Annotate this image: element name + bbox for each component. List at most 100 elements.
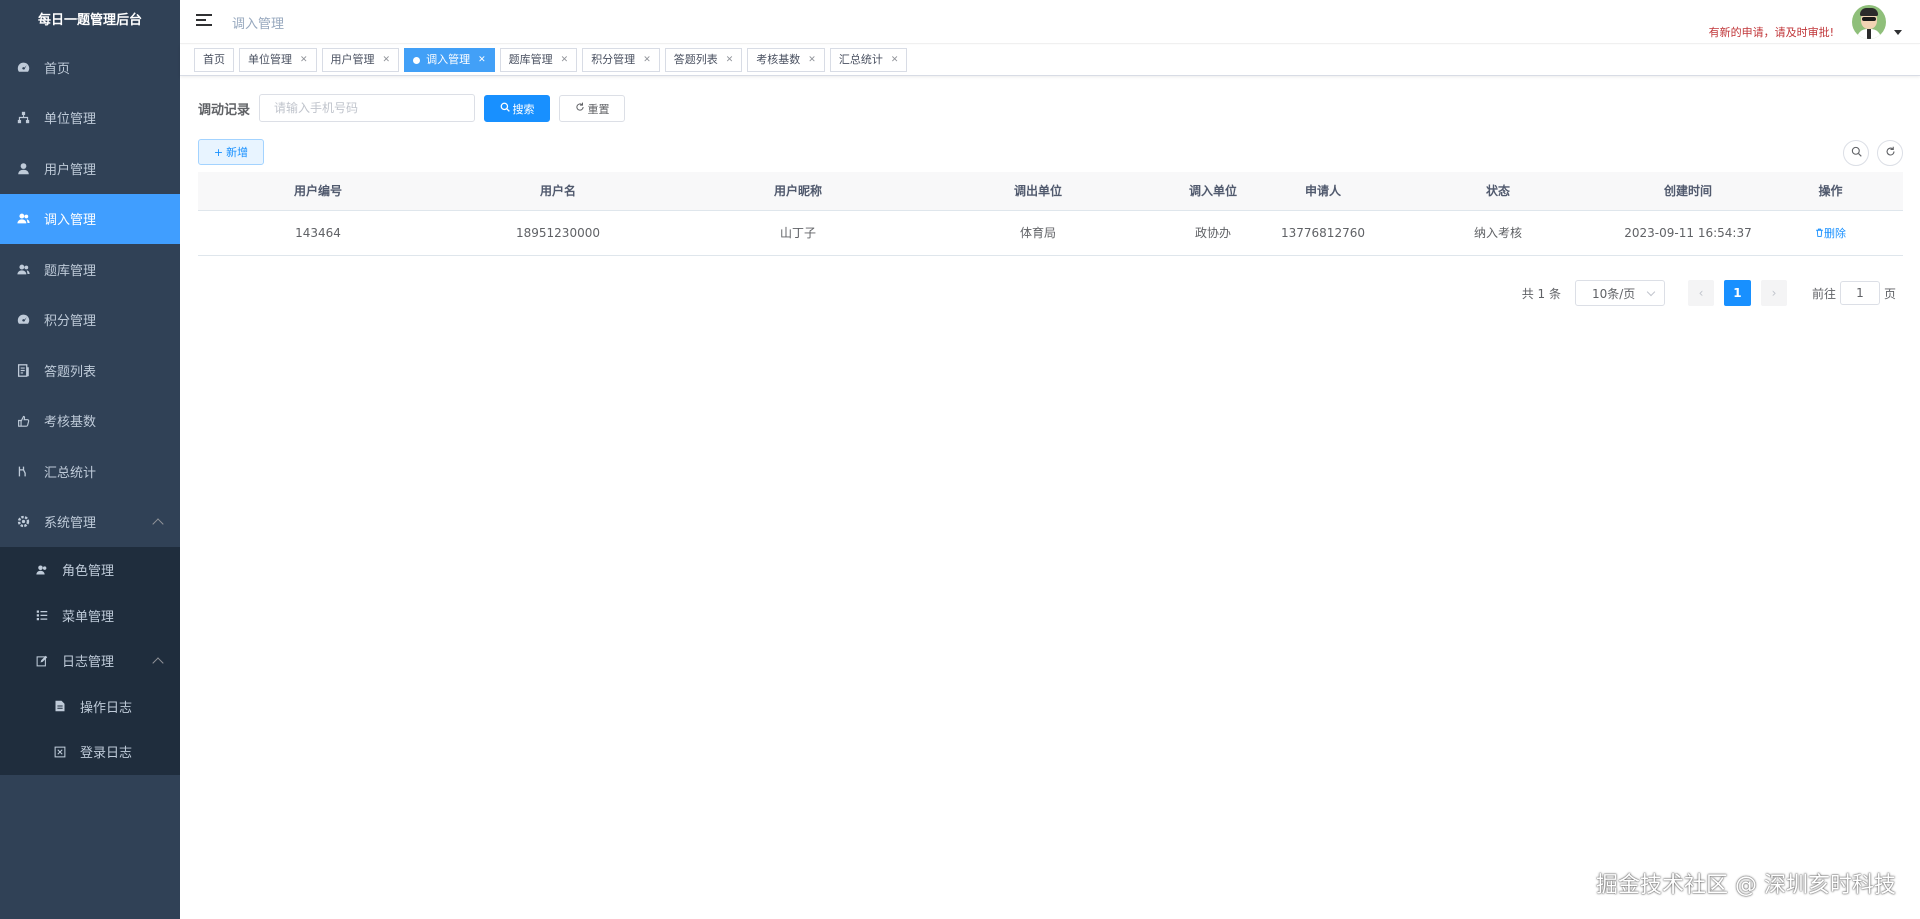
cell-actions: 删除 — [1758, 210, 1903, 256]
column-header: 调出单位 — [918, 172, 1158, 211]
hamburger-icon[interactable] — [196, 14, 212, 28]
column-header: 调入单位 — [1158, 172, 1268, 211]
tag-label: 汇总统计 — [838, 53, 883, 66]
tag-transfer[interactable]: 调入管理 ✕ — [404, 48, 495, 72]
system-submenu: 角色管理 菜单管理 日志管理 操作日志 登录日志 — [0, 547, 180, 775]
breadcrumb: 调入管理 — [232, 17, 285, 32]
user-icon — [16, 161, 30, 175]
close-icon[interactable]: ✕ — [891, 49, 899, 71]
sidebar-item-roles[interactable]: 角色管理 — [0, 547, 180, 593]
sidebar-item-operation-log[interactable]: 操作日志 — [0, 684, 180, 730]
page-size-select[interactable]: 10条/页 — [1574, 280, 1665, 306]
prev-page-button[interactable]: ‹ — [1687, 280, 1714, 306]
tag-label: 题库管理 — [508, 53, 553, 66]
peoples-icon — [16, 262, 30, 276]
close-icon[interactable]: ✕ — [726, 49, 734, 71]
tag-points[interactable]: 积分管理 ✕ — [582, 48, 660, 72]
sidebar-item-question-bank[interactable]: 题库管理 — [0, 244, 180, 295]
tag-label: 单位管理 — [248, 53, 292, 66]
tag-label: 答题列表 — [673, 53, 718, 66]
cell-created-time: 2023-09-11 16:54:37 — [1618, 210, 1758, 256]
sidebar-item-assessment-base[interactable]: 考核基数 — [0, 396, 180, 447]
close-icon[interactable]: ✕ — [478, 49, 486, 71]
column-header: 用户名 — [438, 172, 678, 211]
cell-nickname: 山丁子 — [678, 210, 918, 256]
sidebar-item-users[interactable]: 用户管理 — [0, 143, 180, 194]
cell-user-id: 143464 — [198, 210, 438, 256]
peoples-icon — [16, 212, 30, 226]
sidebar-item-menus[interactable]: 菜单管理 — [0, 593, 180, 639]
toggle-search-button[interactable] — [1843, 140, 1869, 166]
tree-icon — [16, 111, 30, 125]
list-icon — [16, 363, 30, 377]
goto-prefix: 前往 — [1811, 286, 1836, 301]
sidebar-item-logs[interactable]: 日志管理 — [0, 638, 180, 684]
delete-button[interactable]: 删除 — [1815, 227, 1846, 240]
table-row: 143464 18951230000 山丁子 体育局 政协办 137768127… — [198, 210, 1903, 256]
close-icon[interactable]: ✕ — [383, 49, 391, 71]
tag-units[interactable]: 单位管理 ✕ — [239, 48, 317, 72]
search-button[interactable]: 搜索 — [484, 95, 550, 122]
tag-assessment-base[interactable]: 考核基数 ✕ — [747, 48, 825, 72]
sidebar-item-units[interactable]: 单位管理 — [0, 93, 180, 144]
tag-users[interactable]: 用户管理 ✕ — [321, 48, 400, 72]
approval-notice[interactable]: 有新的申请，请及时审批! — [1709, 24, 1834, 40]
refresh-icon — [1885, 146, 1896, 160]
sidebar-item-transfer[interactable]: 调入管理 — [0, 193, 180, 244]
pagination-total: 共 1 条 — [1521, 286, 1561, 301]
sidebar-title: 每日一题管理后台 — [37, 13, 142, 28]
tag-label: 首页 — [203, 53, 225, 66]
column-header: 申请人 — [1268, 172, 1378, 211]
chevron-up-icon — [152, 518, 164, 530]
sidebar-item-label: 系统管理 — [44, 516, 97, 532]
reset-button[interactable]: 重置 — [559, 95, 625, 122]
caret-down-icon[interactable] — [1894, 30, 1902, 35]
tag-label: 考核基数 — [756, 53, 801, 66]
cell-in-unit: 政协办 — [1158, 210, 1268, 256]
sidebar-item-label: 汇总统计 — [44, 465, 97, 481]
form-icon — [53, 700, 66, 713]
close-icon[interactable]: ✕ — [561, 49, 569, 71]
pagination: 共 1 条 10条/页 ‹ 1 › 前往 页 — [1522, 280, 1896, 306]
column-header: 用户编号 — [198, 172, 438, 211]
tag-home[interactable]: 首页 — [194, 48, 234, 72]
add-button-label: 新增 — [226, 146, 249, 159]
tag-summary[interactable]: 汇总统计 ✕ — [829, 48, 908, 72]
close-icon[interactable]: ✕ — [300, 49, 308, 71]
hand-icon — [16, 414, 30, 428]
sidebar-item-answers[interactable]: 答题列表 — [0, 345, 180, 396]
column-header: 用户昵称 — [678, 172, 918, 211]
refresh-button[interactable] — [1877, 140, 1903, 166]
avatar[interactable] — [1852, 5, 1886, 39]
dashboard-icon — [16, 60, 30, 74]
watermark: 掘金技术社区 @ 深圳亥时科技 — [1596, 873, 1896, 898]
chart-icon — [16, 464, 30, 478]
reset-button-label: 重置 — [587, 102, 610, 116]
close-icon[interactable]: ✕ — [808, 49, 816, 71]
sidebar-item-label: 首页 — [44, 61, 71, 77]
sidebar-item-home[interactable]: 首页 — [0, 42, 180, 93]
sidebar-item-summary[interactable]: 汇总统计 — [0, 446, 180, 497]
delete-label: 删除 — [1824, 226, 1846, 240]
refresh-icon — [575, 102, 585, 115]
plus-icon: + — [213, 145, 224, 159]
tree-table-icon — [35, 609, 48, 622]
tag-question-bank[interactable]: 题库管理 ✕ — [499, 48, 578, 72]
active-dot-icon — [413, 56, 421, 64]
sidebar-item-points[interactable]: 积分管理 — [0, 295, 180, 346]
sidebar-item-system[interactable]: 系统管理 — [0, 497, 180, 548]
search-icon — [500, 102, 510, 115]
sidebar-item-label: 答题列表 — [44, 364, 97, 380]
tag-label: 调入管理 — [426, 53, 471, 66]
sidebar-item-label: 调入管理 — [44, 213, 97, 229]
sidebar-item-label: 菜单管理 — [62, 609, 115, 625]
sidebar-item-login-log[interactable]: 登录日志 — [0, 729, 180, 775]
tag-answers[interactable]: 答题列表 ✕ — [664, 48, 743, 72]
goto-page-input[interactable] — [1839, 281, 1880, 305]
next-page-button[interactable]: › — [1760, 280, 1787, 306]
page-number[interactable]: 1 — [1723, 280, 1751, 306]
phone-search-input[interactable] — [259, 94, 475, 122]
column-header: 状态 — [1378, 172, 1618, 211]
close-icon[interactable]: ✕ — [643, 49, 651, 71]
add-button[interactable]: + 新增 — [198, 139, 264, 165]
